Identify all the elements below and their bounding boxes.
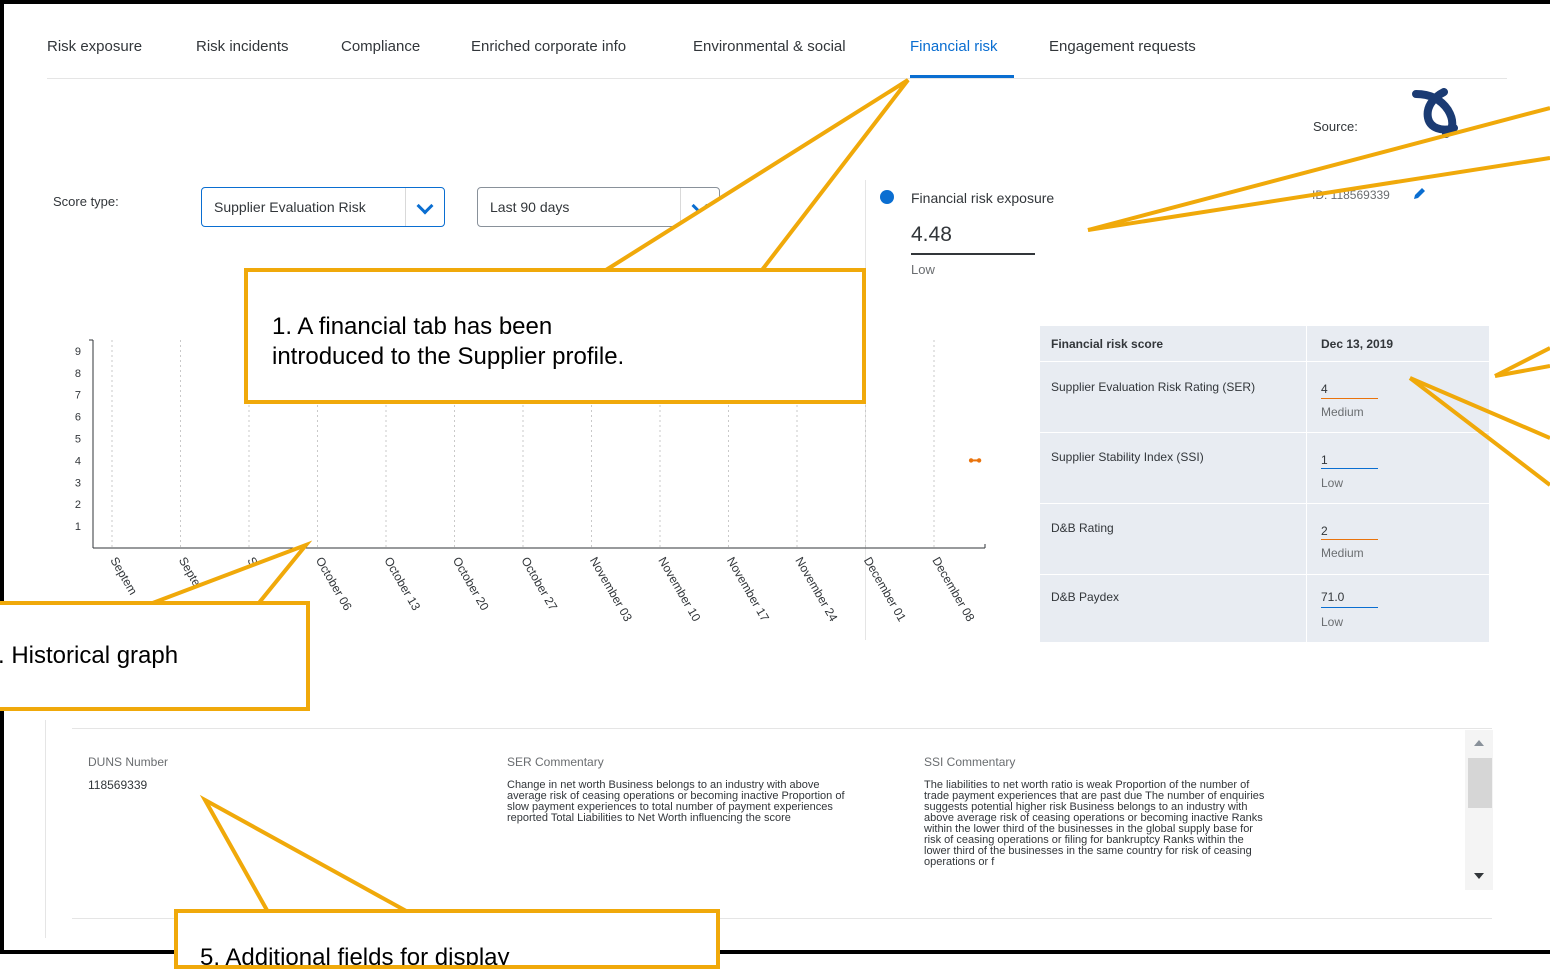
y-tick-label: 4 xyxy=(75,455,81,467)
ser-commentary-label: SER Commentary xyxy=(507,755,604,769)
table-row: Supplier Evaluation Risk Rating (SER) 4 … xyxy=(1040,362,1489,433)
period-select[interactable]: Last 90 days xyxy=(477,187,720,227)
x-tick-label: S xyxy=(244,555,260,569)
y-tick-label: 7 xyxy=(75,390,81,402)
x-tick-label: November 10 xyxy=(655,555,703,625)
exposure-value: 4.48 xyxy=(911,223,952,246)
ser-line: reported Total Liabilities to Net Worth … xyxy=(507,812,791,824)
score-level: Low xyxy=(1321,476,1344,490)
ssi-line: operations or f xyxy=(924,856,995,868)
exposure-level: Low xyxy=(911,262,935,277)
table-header-date: Dec 13, 2019 xyxy=(1321,337,1394,351)
y-tick-label: 9 xyxy=(75,346,81,358)
score-type-label: Score type: xyxy=(53,194,119,209)
details-left-border xyxy=(45,720,46,938)
score-level: Medium xyxy=(1321,405,1364,419)
y-tick-label: 6 xyxy=(75,412,81,424)
score-type-dropdown-button[interactable] xyxy=(405,188,444,226)
financial-tab-callout: 1. A financial tab has been introduced t… xyxy=(244,268,866,404)
score-value: 71.0 xyxy=(1321,590,1345,604)
y-tick-label: 2 xyxy=(75,499,81,511)
details-top-divider xyxy=(72,728,1492,729)
chevron-down-icon xyxy=(416,197,434,215)
callout-text-line: 5. Additional fields for display xyxy=(200,944,510,969)
score-level-bar xyxy=(1321,398,1378,399)
y-tick-label: 5 xyxy=(75,434,81,446)
score-level: Medium xyxy=(1321,546,1364,560)
scroll-down-icon[interactable] xyxy=(1474,873,1484,879)
x-tick-label: Septe xyxy=(176,555,204,589)
score-value: 2 xyxy=(1321,524,1328,538)
ssi-commentary-label: SSI Commentary xyxy=(924,755,1016,769)
score-level-bar xyxy=(1321,468,1378,469)
duns-number-value: 118569339 xyxy=(88,778,148,792)
duns-id-label: ID: 118569339 xyxy=(1312,188,1390,202)
score-name: D&B Paydex xyxy=(1051,590,1120,604)
table-header-row: Financial risk score Dec 13, 2019 xyxy=(1040,326,1489,362)
score-level-bar xyxy=(1321,607,1378,608)
x-tick-label: November 24 xyxy=(792,555,840,625)
tab-environmental-social[interactable]: Environmental & social xyxy=(693,38,846,55)
tab-risk-incidents[interactable]: Risk incidents xyxy=(196,38,289,55)
table-header-name: Financial risk score xyxy=(1051,337,1164,351)
historical-graph-callout: . Historical graph xyxy=(0,601,310,711)
scrollbar-thumb[interactable] xyxy=(1468,758,1492,808)
tab-engagement-requests[interactable]: Engagement requests xyxy=(1049,38,1196,55)
details-scrollbar[interactable] xyxy=(1465,730,1493,890)
source-label: Source: xyxy=(1313,119,1358,134)
x-tick-label: November 03 xyxy=(587,555,635,625)
edit-icon[interactable] xyxy=(1412,187,1426,201)
y-tick-label: 8 xyxy=(75,368,81,380)
period-dropdown-button[interactable] xyxy=(680,188,719,226)
x-tick-label: October 20 xyxy=(450,555,492,614)
ssi-commentary-text: The liabilities to net worth ratio is we… xyxy=(924,780,1264,868)
score-type-value: Supplier Evaluation Risk xyxy=(214,199,366,215)
callout-text-line: 1. A financial tab has been xyxy=(272,313,553,340)
score-value: 4 xyxy=(1321,382,1328,396)
score-name: Supplier Evaluation Risk Rating (SER) xyxy=(1051,380,1256,394)
data-point xyxy=(976,458,982,463)
score-name: D&B Rating xyxy=(1051,521,1114,535)
score-value: 1 xyxy=(1321,453,1328,467)
tab-compliance[interactable]: Compliance xyxy=(341,38,420,55)
x-tick-label: October 27 xyxy=(518,555,560,614)
callout-text-line: . Historical graph xyxy=(0,642,179,669)
exposure-status-dot xyxy=(880,190,894,204)
tab-financial-risk[interactable]: Financial risk xyxy=(910,38,998,55)
x-tick-label: December 01 xyxy=(861,555,909,625)
callout-text-line: introduced to the Supplier profile. xyxy=(272,343,625,370)
period-value: Last 90 days xyxy=(490,199,570,215)
score-level-bar xyxy=(1321,539,1378,540)
table-row: D&B Paydex 71.0 Low xyxy=(1040,575,1489,642)
scroll-up-icon[interactable] xyxy=(1474,740,1484,746)
tab-divider xyxy=(47,78,1507,79)
chevron-down-icon xyxy=(691,197,709,215)
exposure-underline xyxy=(911,253,1035,255)
tab-risk-exposure[interactable]: Risk exposure xyxy=(47,38,142,55)
y-tick-label: 1 xyxy=(75,521,81,533)
financial-risk-score-table: Financial risk score Dec 13, 2019 Suppli… xyxy=(1040,326,1489,642)
table-row: D&B Rating 2 Medium xyxy=(1040,504,1489,575)
data-point xyxy=(968,458,974,463)
x-tick-label: December 08 xyxy=(929,555,977,625)
score-level: Low xyxy=(1321,615,1344,629)
data-provider-logo xyxy=(1412,88,1458,138)
duns-number-label: DUNS Number xyxy=(88,755,169,769)
score-type-select[interactable]: Supplier Evaluation Risk xyxy=(201,187,445,227)
additional-fields-callout: 5. Additional fields for display xyxy=(174,909,720,969)
table-row: Supplier Stability Index (SSI) 1 Low xyxy=(1040,433,1489,504)
x-tick-label: Septem xyxy=(107,555,140,598)
x-tick-label: October 06 xyxy=(313,555,355,614)
y-tick-label: 3 xyxy=(75,477,81,489)
x-tick-label: October 13 xyxy=(381,555,423,614)
x-tick-label: November 17 xyxy=(724,555,772,625)
tab-enriched-corporate-info[interactable]: Enriched corporate info xyxy=(471,38,626,55)
exposure-title: Financial risk exposure xyxy=(911,190,1055,206)
score-name: Supplier Stability Index (SSI) xyxy=(1051,450,1204,464)
ser-commentary-text: Change in net worth Business belongs to … xyxy=(507,780,845,824)
